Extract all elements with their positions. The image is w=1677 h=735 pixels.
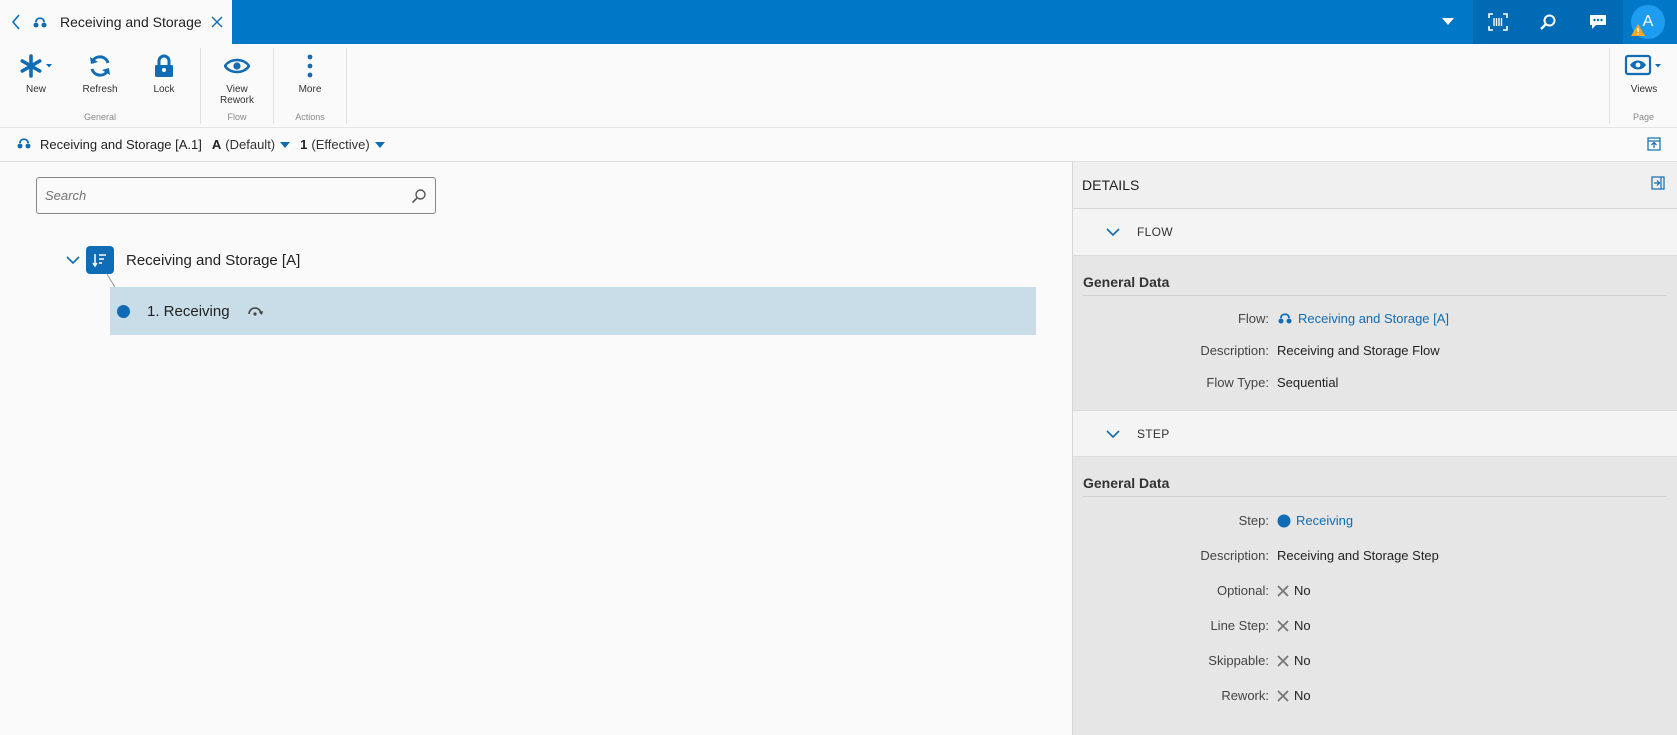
- search-icon: [1540, 14, 1556, 30]
- step-link[interactable]: Receiving: [1277, 513, 1353, 528]
- ribbon-group-flow: View Rework Flow: [201, 48, 274, 124]
- details-header: DETAILS: [1073, 162, 1677, 209]
- caret-down-icon: [1442, 18, 1454, 25]
- collapse-up-icon: [1647, 137, 1661, 151]
- revision-note: (Default): [225, 137, 276, 152]
- general-data-title: General Data: [1083, 457, 1667, 497]
- x-icon: [1277, 619, 1289, 632]
- ribbon-group-general: New Refresh Lock General: [0, 48, 201, 124]
- sequential-flow-icon: [86, 246, 114, 274]
- step-section-title: STEP: [1137, 426, 1170, 441]
- chevron-down-icon[interactable]: [60, 256, 86, 264]
- general-data-title: General Data: [1083, 256, 1667, 296]
- tab-title: Receiving and Storage: [60, 14, 202, 30]
- field-skippable: Skippable: No: [1208, 653, 1311, 668]
- field-description: Description: Receiving and Storage Step: [1200, 548, 1439, 563]
- flow-icon: [1277, 311, 1293, 325]
- lock-button[interactable]: Lock: [136, 52, 192, 106]
- user-avatar[interactable]: A: [1631, 5, 1665, 39]
- search-icon[interactable]: [403, 188, 435, 204]
- field-optional: Optional: No: [1216, 583, 1311, 598]
- field-rework: Rework: No: [1221, 688, 1311, 703]
- ribbon-group-label: Actions: [295, 112, 325, 122]
- views-button[interactable]: Views: [1616, 52, 1672, 106]
- eye-icon: [224, 52, 250, 80]
- lock-icon: [154, 52, 174, 80]
- flow-icon: [16, 136, 32, 153]
- step-section-body: General Data Step: Receiving Description…: [1073, 457, 1677, 725]
- context-name: Receiving and Storage [A.1]: [40, 137, 202, 152]
- ribbon-toolbar: New Refresh Lock General View Rework Flo…: [0, 44, 1677, 128]
- x-icon: [1277, 654, 1289, 667]
- menu-dropdown-button[interactable]: [1423, 0, 1473, 44]
- close-icon: [211, 16, 223, 28]
- flow-section-header[interactable]: FLOW: [1073, 209, 1677, 256]
- warning-icon: [1631, 23, 1645, 41]
- revision-selector[interactable]: A (Default): [202, 137, 291, 152]
- chat-icon: [1590, 15, 1606, 29]
- version-selector[interactable]: 1 (Effective): [290, 137, 385, 152]
- ribbon-group-label: General: [83, 112, 117, 122]
- close-tab-button[interactable]: [202, 16, 232, 28]
- collapse-header-button[interactable]: [1647, 137, 1661, 154]
- view-rework-button[interactable]: View Rework: [209, 52, 265, 106]
- details-pane: DETAILS FLOW General Data Flow: Receivin…: [1072, 162, 1677, 735]
- caret-down-icon: [374, 141, 385, 148]
- top-actions: A: [1423, 0, 1677, 44]
- refresh-icon: [88, 52, 112, 80]
- step-dot-icon: [117, 304, 130, 318]
- top-bar: Receiving and Storage A: [0, 0, 1677, 44]
- notifications-button[interactable]: [1573, 0, 1623, 44]
- version-value: 1: [300, 137, 308, 152]
- version-note: (Effective): [311, 137, 370, 152]
- global-search-button[interactable]: [1523, 0, 1573, 44]
- field-description: Description: Receiving and Storage Flow: [1200, 342, 1440, 358]
- chevron-left-icon: [11, 14, 20, 30]
- tree-item-label: 1. Receiving: [147, 302, 230, 320]
- new-button[interactable]: New: [8, 52, 64, 106]
- x-icon: [1277, 689, 1289, 702]
- field-flow: Flow: Receiving and Storage [A]: [1237, 310, 1450, 326]
- flow-section-title: FLOW: [1137, 225, 1173, 239]
- tree-root-label: Receiving and Storage [A]: [126, 251, 301, 269]
- ribbon-group-label: Flow: [227, 112, 247, 122]
- flow-tree-pane: Receiving and Storage [A] 1. Receiving: [0, 162, 1072, 735]
- caret-down-icon: [280, 141, 291, 148]
- search-box: [36, 177, 436, 214]
- barcode-scan-button[interactable]: [1473, 0, 1523, 44]
- views-eye-icon: [1624, 52, 1664, 80]
- step-dot-icon: [1277, 514, 1291, 528]
- context-bar: Receiving and Storage [A.1] A (Default) …: [0, 128, 1677, 162]
- field-flow-type: Flow Type: Sequential: [1206, 374, 1339, 390]
- more-vertical-icon: [307, 52, 313, 80]
- tree-root-node[interactable]: Receiving and Storage [A]: [60, 246, 300, 274]
- step-section-header[interactable]: STEP: [1073, 410, 1677, 457]
- asterisk-icon: [18, 52, 54, 80]
- refresh-button[interactable]: Refresh: [72, 52, 128, 106]
- panel-collapse-icon: [1651, 176, 1665, 190]
- chevron-down-icon: [1103, 429, 1123, 438]
- ribbon-group-label: Page: [1632, 112, 1655, 122]
- field-step: Step: Receiving: [1238, 513, 1354, 528]
- details-title: DETAILS: [1082, 177, 1140, 193]
- revision-value: A: [211, 137, 222, 152]
- chevron-down-icon: [1103, 228, 1123, 236]
- ribbon-group-actions: More Actions: [274, 48, 347, 124]
- flow-section-body: General Data Flow: Receiving and Storage…: [1073, 256, 1677, 410]
- search-input[interactable]: [37, 178, 403, 213]
- document-tab[interactable]: Receiving and Storage: [0, 0, 232, 44]
- x-icon: [1277, 584, 1289, 597]
- rework-icon: [246, 305, 264, 317]
- tree-item-receiving[interactable]: 1. Receiving: [110, 287, 1036, 335]
- collapse-panel-button[interactable]: [1651, 176, 1665, 193]
- field-line-step: Line Step: No: [1210, 618, 1311, 633]
- flow-link[interactable]: Receiving and Storage [A]: [1277, 311, 1449, 326]
- ribbon-group-page: Views Page: [1609, 48, 1677, 124]
- back-button[interactable]: [0, 14, 32, 30]
- more-button[interactable]: More: [282, 52, 338, 106]
- barcode-icon: [1488, 13, 1508, 31]
- flow-icon: [32, 15, 54, 29]
